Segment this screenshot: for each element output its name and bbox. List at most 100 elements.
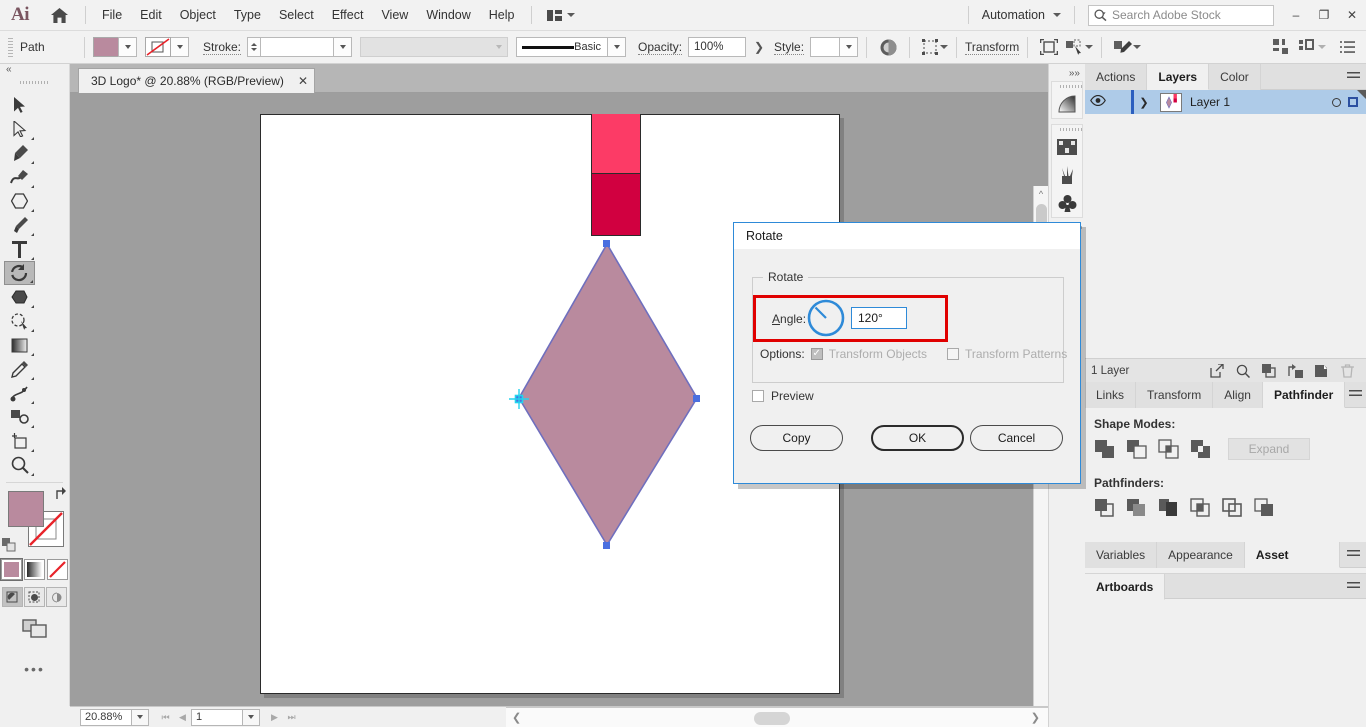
panel-menu-icon[interactable] <box>1340 542 1366 567</box>
unite-icon[interactable] <box>1092 436 1117 461</box>
exclude-icon[interactable] <box>1188 436 1213 461</box>
stroke-weight-field[interactable] <box>260 37 335 57</box>
gradient-panel-icon[interactable] <box>1052 90 1082 118</box>
distribute-spacing-icon[interactable] <box>1268 35 1294 59</box>
draw-behind-mode[interactable] <box>24 587 45 607</box>
type-tool[interactable] <box>4 237 35 261</box>
create-new-sublayer-icon[interactable] <box>1282 363 1308 378</box>
draw-normal-mode[interactable] <box>2 587 23 607</box>
layer-row[interactable]: ❯ Layer 1 <box>1085 90 1366 114</box>
stroke-weight-control[interactable] <box>247 37 353 57</box>
menu-window[interactable]: Window <box>417 0 479 31</box>
scroll-left-icon[interactable]: ❮ <box>512 711 521 724</box>
chevron-down-icon[interactable] <box>1318 45 1326 49</box>
tab-color[interactable]: Color <box>1209 64 1261 90</box>
menu-file[interactable]: File <box>93 0 131 31</box>
shaper-tool[interactable] <box>4 309 35 333</box>
artboard-number-field[interactable]: 1 <box>191 708 243 726</box>
release-to-layers-icon[interactable] <box>1204 363 1230 378</box>
angle-dial-icon[interactable] <box>806 298 846 338</box>
swap-fill-stroke-icon[interactable] <box>55 487 68 503</box>
minus-front-icon[interactable] <box>1124 436 1149 461</box>
symbols-panel-icon[interactable] <box>1052 189 1082 217</box>
opacity-more-icon[interactable]: ❯ <box>754 40 766 54</box>
free-transform-tool[interactable] <box>4 405 35 429</box>
scroll-right-icon[interactable]: ❯ <box>1031 711 1040 724</box>
workspace-switcher[interactable]: Automation <box>976 8 1067 22</box>
default-fill-stroke-icon[interactable] <box>2 538 16 555</box>
transform-label[interactable]: Transform <box>965 40 1020 55</box>
outline-icon[interactable] <box>1220 495 1245 520</box>
eyedropper-tool[interactable] <box>4 357 35 381</box>
gradient-tool[interactable] <box>4 333 35 357</box>
tab-appearance[interactable]: Appearance <box>1157 542 1245 568</box>
menu-type[interactable]: Type <box>225 0 270 31</box>
tab-links[interactable]: Links <box>1085 382 1137 408</box>
brushes-panel-icon[interactable] <box>1052 161 1082 189</box>
arrange-icon[interactable] <box>1294 35 1320 59</box>
crop-icon[interactable] <box>1188 495 1213 520</box>
zoom-dropdown[interactable] <box>132 708 149 726</box>
isolate-selected-icon[interactable] <box>1036 35 1062 59</box>
make-clipping-mask-icon[interactable] <box>1256 363 1282 378</box>
layers-list[interactable]: ❯ Layer 1 <box>1085 90 1366 358</box>
anchor-point-top[interactable] <box>603 240 610 247</box>
restore-button[interactable]: ❐ <box>1310 0 1338 31</box>
selection-tool[interactable] <box>4 93 35 117</box>
collapse-panel-icon[interactable]: « <box>0 64 69 76</box>
chevron-down-icon[interactable] <box>940 45 949 49</box>
edit-toolbar-ellipsis[interactable]: ••• <box>0 661 69 677</box>
recolor-artwork-icon[interactable] <box>875 35 901 59</box>
brush-definition-control[interactable]: Basic <box>516 37 627 57</box>
first-artboard-icon[interactable]: ⏮ <box>157 712 174 723</box>
layer-name[interactable]: Layer 1 <box>1190 95 1230 109</box>
opacity-field[interactable]: 100% <box>688 37 747 57</box>
chevron-down-icon[interactable] <box>1133 45 1142 49</box>
stroke-control[interactable] <box>145 37 189 57</box>
pen-tool[interactable] <box>4 141 35 165</box>
document-tab[interactable]: 3D Logo* @ 20.88% (RGB/Preview) ✕ <box>78 68 315 93</box>
zoom-tool[interactable] <box>4 453 35 477</box>
panel-grip[interactable] <box>1052 125 1082 133</box>
artboard-number-control[interactable]: 1 <box>191 708 260 726</box>
tab-actions[interactable]: Actions <box>1085 64 1148 90</box>
fill-control[interactable] <box>93 37 137 57</box>
target-circle-icon[interactable] <box>1332 97 1341 107</box>
brush-definition-field[interactable]: Basic <box>516 37 609 57</box>
anchor-point-right[interactable] <box>693 395 700 402</box>
fill-swatch[interactable] <box>93 37 119 57</box>
minus-back-icon[interactable] <box>1252 495 1277 520</box>
horizontal-scrollbar-thumb[interactable] <box>754 712 790 725</box>
preview-checkbox[interactable] <box>752 390 764 402</box>
stroke-weight-dropdown[interactable] <box>333 37 353 57</box>
menu-select[interactable]: Select <box>270 0 323 31</box>
tools-panel-grip[interactable] <box>19 79 50 87</box>
chevron-right-icon[interactable]: ❯ <box>1134 96 1154 109</box>
arrange-documents-icon[interactable] <box>539 0 583 31</box>
expand-button[interactable]: Expand <box>1228 437 1310 460</box>
transform-patterns-checkbox[interactable] <box>946 348 959 360</box>
angle-input[interactable]: 120° <box>851 307 907 329</box>
draw-inside-mode[interactable] <box>46 587 67 607</box>
opacity-label[interactable]: Opacity: <box>638 40 683 55</box>
stroke-swatch-none[interactable] <box>145 37 171 57</box>
artboard-tool[interactable] <box>4 429 35 453</box>
control-bar-grip[interactable] <box>6 36 15 58</box>
graphic-style-control[interactable] <box>810 37 859 57</box>
anchor-point-bottom[interactable] <box>603 542 610 549</box>
panel-grip[interactable] <box>1052 82 1082 90</box>
menu-edit[interactable]: Edit <box>131 0 171 31</box>
search-input[interactable]: Search Adobe Stock <box>1088 4 1274 26</box>
scroll-up-icon[interactable]: ^ <box>1034 186 1048 202</box>
horizontal-scrollbar[interactable]: ❮ ❯ <box>506 707 1048 727</box>
brush-dropdown[interactable] <box>607 37 627 57</box>
tab-asset-export[interactable]: Asset Export <box>1244 542 1341 588</box>
fill-swatch[interactable] <box>8 491 44 527</box>
intersect-icon[interactable] <box>1156 436 1181 461</box>
shape-tool[interactable] <box>4 189 35 213</box>
tab-artboards[interactable]: Artboards <box>1085 574 1166 600</box>
locate-object-icon[interactable] <box>1230 364 1256 378</box>
copy-button[interactable]: Copy <box>750 425 843 451</box>
stroke-weight-label[interactable]: Stroke: <box>203 40 242 55</box>
ok-button[interactable]: OK <box>871 425 964 451</box>
